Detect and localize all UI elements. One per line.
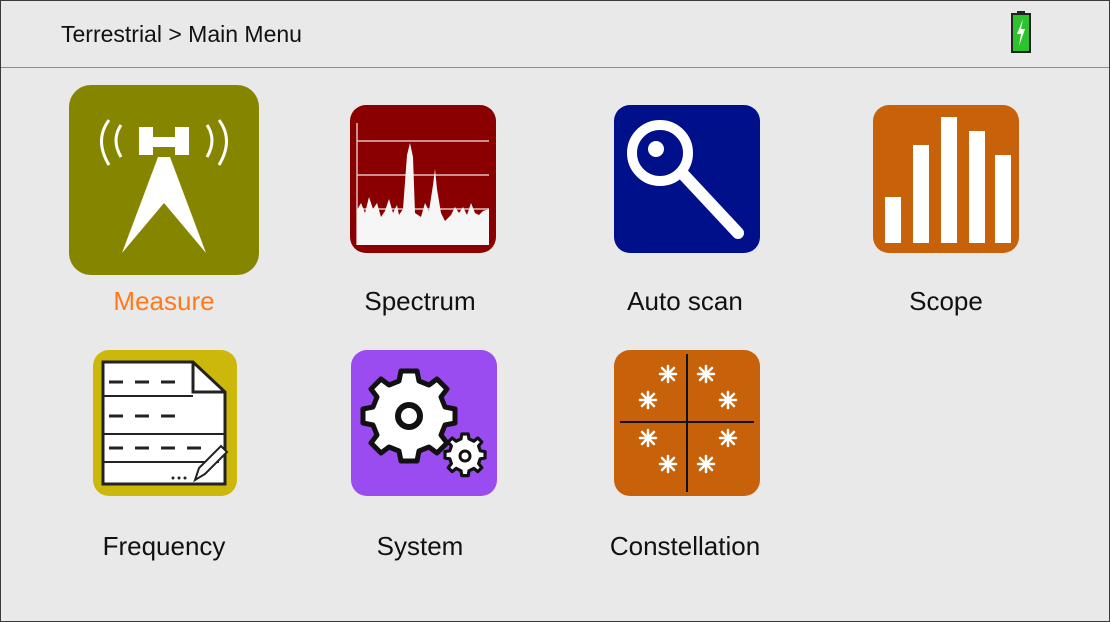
menu-label-scope[interactable]: Scope bbox=[826, 286, 1066, 317]
main-menu-screen: Terrestrial > Main Menu Measure Spectrum… bbox=[0, 0, 1110, 622]
gears-icon bbox=[351, 350, 497, 496]
menu-item-frequency[interactable] bbox=[69, 334, 259, 524]
magnifier-icon bbox=[614, 105, 760, 253]
constellation-icon bbox=[614, 350, 760, 496]
header-bar: Terrestrial > Main Menu bbox=[1, 1, 1109, 68]
spectrum-graph-icon bbox=[350, 105, 496, 253]
battery-charging-icon bbox=[1011, 11, 1031, 53]
menu-item-measure[interactable] bbox=[69, 85, 259, 275]
breadcrumb: Terrestrial > Main Menu bbox=[61, 21, 302, 47]
menu-label-frequency[interactable]: Frequency bbox=[44, 531, 284, 562]
menu-item-constellation[interactable] bbox=[590, 334, 780, 524]
menu-label-spectrum[interactable]: Spectrum bbox=[300, 286, 540, 317]
menu-item-auto-scan[interactable] bbox=[590, 85, 780, 275]
antenna-tower-icon bbox=[69, 85, 259, 275]
menu-label-auto-scan[interactable]: Auto scan bbox=[565, 286, 805, 317]
menu-label-system[interactable]: System bbox=[300, 531, 540, 562]
bar-chart-icon bbox=[873, 105, 1019, 253]
menu-item-system[interactable] bbox=[325, 334, 515, 524]
menu-item-spectrum[interactable] bbox=[325, 85, 515, 275]
menu-label-measure[interactable]: Measure bbox=[44, 286, 284, 317]
frequency-list-icon bbox=[93, 350, 237, 496]
menu-item-scope[interactable] bbox=[851, 85, 1041, 275]
menu-label-constellation[interactable]: Constellation bbox=[565, 531, 805, 562]
